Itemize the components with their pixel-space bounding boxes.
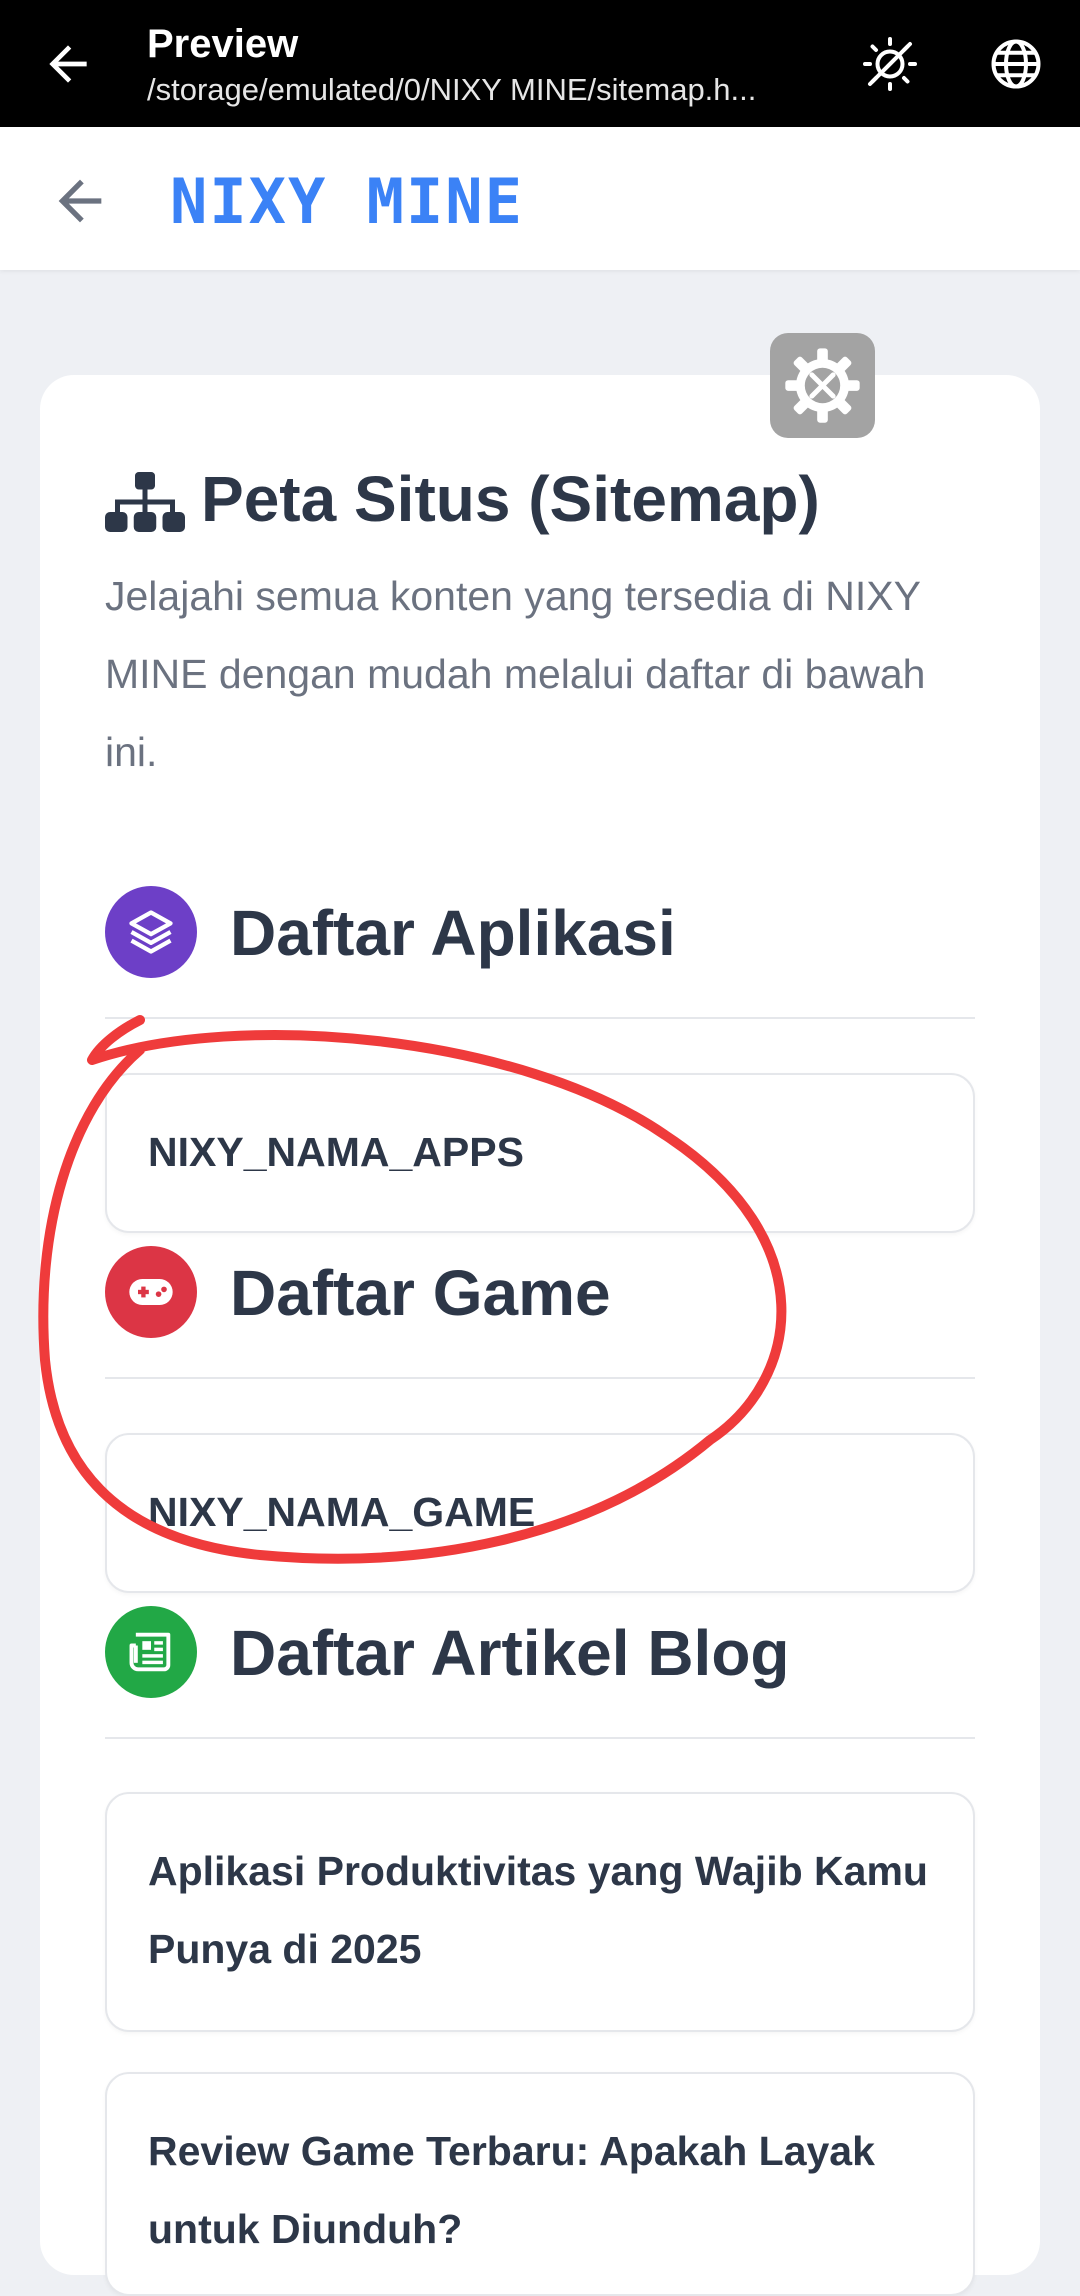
newspaper-icon bbox=[105, 1606, 197, 1698]
brand-logo[interactable]: NIXY MINE bbox=[170, 165, 524, 238]
app-list-item[interactable]: NIXY_NAMA_APPS bbox=[105, 1073, 975, 1233]
section-games-title: Daftar Game bbox=[230, 1257, 611, 1329]
file-path: /storage/emulated/0/NIXY MINE/sitemap.h.… bbox=[147, 72, 757, 107]
section-apps-header: Daftar Aplikasi bbox=[105, 886, 975, 1006]
theme-toggle-off-icon[interactable] bbox=[860, 34, 920, 94]
blog-list-item[interactable]: Review Game Terbaru: Apakah Layak untuk … bbox=[105, 2072, 975, 2296]
divider bbox=[105, 1737, 975, 1739]
globe-icon[interactable] bbox=[986, 34, 1046, 94]
divider bbox=[105, 1377, 975, 1379]
settings-button[interactable] bbox=[770, 333, 875, 438]
preview-top-bar: Preview /storage/emulated/0/NIXY MINE/si… bbox=[0, 0, 1080, 127]
arrow-left-icon[interactable] bbox=[48, 169, 112, 233]
arrow-left-icon[interactable] bbox=[40, 36, 96, 92]
section-blog-header: Daftar Artikel Blog bbox=[105, 1606, 975, 1726]
gear-wrench-icon bbox=[785, 348, 860, 423]
preview-title: Preview bbox=[147, 22, 299, 66]
game-list-item[interactable]: NIXY_NAMA_GAME bbox=[105, 1433, 975, 1593]
page-intro: Jelajahi semua konten yang tersedia di N… bbox=[105, 573, 926, 775]
divider bbox=[105, 1017, 975, 1019]
section-apps-title: Daftar Aplikasi bbox=[230, 897, 676, 969]
app-item-label: NIXY_NAMA_APPS bbox=[148, 1129, 524, 1175]
section-games-header: Daftar Game bbox=[105, 1246, 975, 1366]
layers-icon bbox=[105, 886, 197, 978]
page-title: Peta Situs (Sitemap) bbox=[201, 463, 820, 535]
blog-list-item[interactable]: Aplikasi Produktivitas yang Wajib Kamu P… bbox=[105, 1792, 975, 2032]
section-blog-title: Daftar Artikel Blog bbox=[230, 1617, 790, 1689]
site-header: NIXY MINE bbox=[0, 127, 1080, 270]
blog-item-title: Review Game Terbaru: Apakah Layak untuk … bbox=[148, 2128, 875, 2252]
game-item-label: NIXY_NAMA_GAME bbox=[148, 1489, 536, 1535]
gamepad-icon bbox=[105, 1246, 197, 1338]
sitemap-icon bbox=[105, 472, 185, 532]
blog-item-title: Aplikasi Produktivitas yang Wajib Kamu P… bbox=[148, 1848, 928, 1972]
